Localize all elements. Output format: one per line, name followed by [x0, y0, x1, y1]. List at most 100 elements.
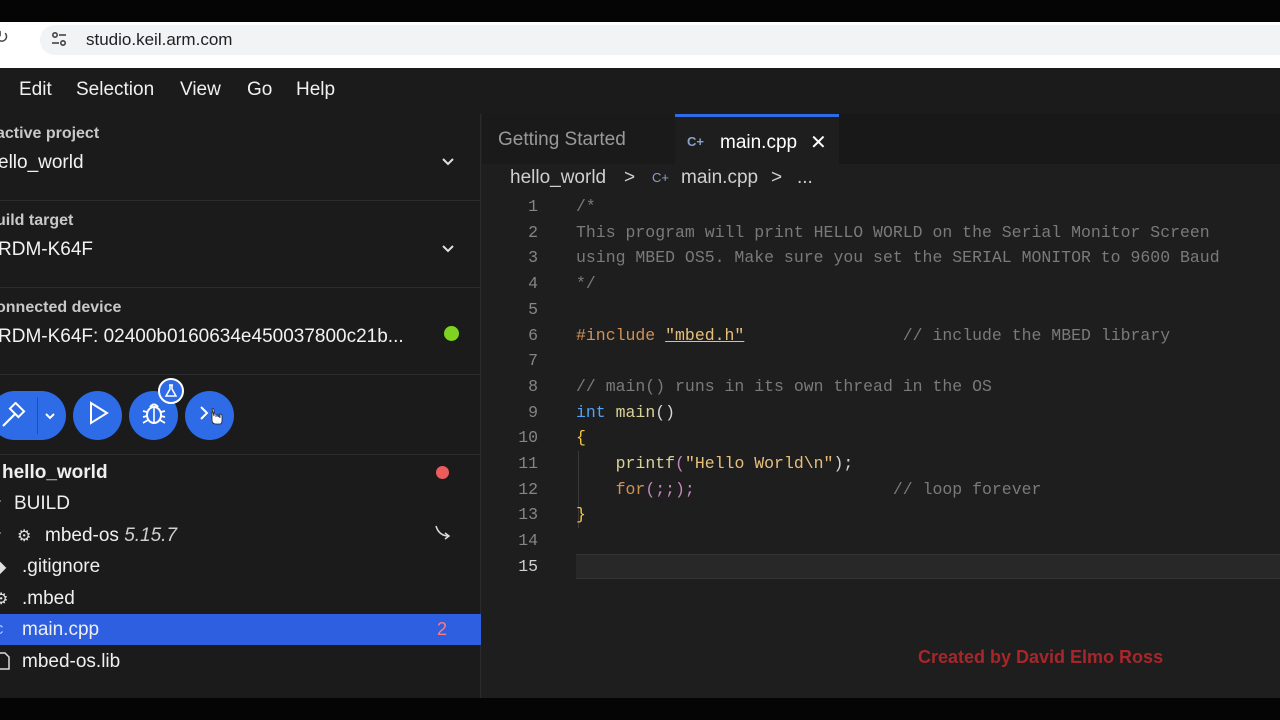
close-icon[interactable]: ✕ — [810, 130, 827, 155]
code-text: This program will print HELLO WORLD on t… — [576, 222, 1210, 242]
tree-item-label: main.cpp — [22, 619, 100, 640]
code-line: 8 // main() runs in its own thread in th… — [482, 374, 1280, 400]
line-number: 4 — [528, 274, 538, 294]
gear-icon: ⚙ — [17, 528, 32, 545]
line-number: 13 — [518, 505, 538, 525]
active-project-section[interactable]: active project ello_world — [0, 114, 481, 201]
cpp-icon: C — [0, 622, 3, 637]
code-text: } — [576, 505, 586, 525]
tab-label: Getting Started — [498, 129, 626, 150]
build-target-label: uild target — [0, 212, 74, 229]
chevron-down-icon[interactable] — [44, 409, 56, 427]
mbed-os-version: 5.15.7 — [124, 525, 178, 546]
tree-item-label: mbed-os.lib — [22, 651, 121, 672]
tree-item-label: .mbed — [22, 588, 75, 609]
code-line: 10 { — [482, 425, 1280, 451]
line-number: 1 — [528, 197, 538, 216]
menu-go[interactable]: Go — [247, 79, 272, 101]
line-number: 5 — [528, 299, 538, 319]
site-settings-icon[interactable] — [50, 30, 68, 52]
tree-item-label: hello_world — [2, 462, 108, 483]
build-target-section[interactable]: uild target RDM-K64F — [0, 201, 481, 288]
tree-folder-mbed-os[interactable]: › ⚙ mbed-os 5.15.7 — [0, 520, 481, 551]
url-text: studio.keil.arm.com — [86, 30, 233, 49]
tree-project-root[interactable]: hello_world — [0, 457, 481, 488]
browser-gap — [0, 58, 1280, 68]
breadcrumb-symbol[interactable]: ... — [797, 167, 813, 189]
line-number: 2 — [528, 222, 538, 242]
active-project-value: ello_world — [0, 152, 84, 173]
bottom-letterbox — [0, 698, 1280, 720]
chevron-right-icon: > — [771, 167, 783, 188]
menu-view[interactable]: View — [180, 79, 221, 101]
watermark: Created by David Elmo Ross — [918, 647, 1164, 667]
tab-main-cpp[interactable]: C+ main.cpp ✕ — [675, 114, 839, 164]
menu-help[interactable]: Help — [296, 79, 335, 101]
active-project-label: active project — [0, 125, 100, 142]
tab-getting-started[interactable]: Getting Started — [482, 114, 675, 164]
sidebar: active project ello_world uild target RD… — [0, 114, 481, 698]
build-split-divider — [37, 397, 38, 434]
problem-count-badge: 2 — [437, 619, 448, 639]
tree-file-mbed-os-lib[interactable]: mbed-os.lib — [0, 646, 481, 677]
serial-monitor-button[interactable] — [185, 391, 234, 440]
code-line: 12 for(;;); // loop forever — [482, 477, 1280, 503]
line-number: 15 — [518, 556, 538, 576]
code-text: { — [576, 428, 586, 448]
menu-bar: Edit Selection View Go Help — [0, 68, 1280, 114]
top-letterbox — [0, 0, 1280, 22]
chevron-right-icon: › — [0, 524, 1, 542]
line-number: 14 — [518, 531, 538, 551]
code-line: 1 /* — [482, 194, 1280, 220]
code-text: */ — [576, 274, 596, 294]
connected-device-label: onnected device — [0, 299, 122, 316]
breadcrumb-file[interactable]: main.cpp — [681, 167, 758, 189]
tree-file-mbed[interactable]: ⚙ .mbed — [0, 583, 481, 614]
reload-icon[interactable]: ↻ — [0, 27, 9, 48]
code-text: #include "mbed.h" // include the MBED li… — [576, 325, 1171, 345]
tree-file-gitignore[interactable]: ◆ .gitignore — [0, 551, 481, 582]
code-line: 14 — [482, 528, 1280, 554]
code-text: printf("Hello World\n"); — [615, 454, 854, 473]
line-number: 3 — [528, 248, 538, 268]
connected-device-section[interactable]: onnected device RDM-K64F: 02400b0160634e… — [0, 288, 481, 375]
chevron-right-icon: > — [624, 167, 636, 188]
line-number: 10 — [518, 428, 538, 448]
code-line: 3 using MBED OS5. Make sure you set the … — [482, 245, 1280, 271]
keil-studio-app: Edit Selection View Go Help active proje… — [0, 68, 1280, 698]
code-line: 4 */ — [482, 271, 1280, 297]
code-text: // main() runs in its own thread in the … — [576, 376, 992, 396]
code-text: for(;;); // loop forever — [615, 479, 1042, 499]
editor-tab-bar: Getting Started C+ main.cpp ✕ — [482, 114, 1280, 164]
build-button[interactable] — [0, 391, 66, 440]
chevron-right-icon: › — [0, 492, 1, 510]
menu-selection[interactable]: Selection — [76, 79, 154, 101]
url-field[interactable]: studio.keil.arm.com — [40, 25, 1280, 55]
code-line: 2 This program will print HELLO WORLD on… — [482, 220, 1280, 246]
breadcrumb-project[interactable]: hello_world — [510, 167, 606, 189]
device-connected-status-icon — [444, 326, 459, 341]
code-line: 9 int main() — [482, 400, 1280, 426]
tree-folder-build[interactable]: › BUILD — [0, 488, 481, 519]
chevron-down-icon[interactable] — [441, 241, 455, 257]
tree-file-main-cpp[interactable]: C main.cpp 2 — [0, 614, 481, 645]
code-line: 15 — [482, 554, 1280, 580]
code-text: /* — [576, 197, 596, 216]
connected-device-value: RDM-K64F: 02400b0160634e450037800c21b... — [0, 326, 404, 347]
browser-address-bar: ↻ studio.keil.arm.com — [0, 22, 1280, 58]
play-icon — [86, 400, 110, 431]
cpp-icon: C+ — [652, 170, 669, 185]
bug-icon — [140, 399, 168, 432]
tree-item-label: .gitignore — [22, 556, 101, 577]
menu-edit[interactable]: Edit — [19, 79, 52, 101]
tab-label: main.cpp — [720, 132, 798, 153]
chevron-down-icon[interactable] — [441, 154, 455, 170]
error-indicator-icon — [436, 466, 449, 479]
line-number: 11 — [518, 454, 538, 473]
run-button[interactable] — [73, 391, 122, 440]
flask-icon — [158, 378, 184, 404]
tree-separator — [0, 454, 481, 455]
line-number: 8 — [528, 376, 538, 396]
line-number: 12 — [518, 479, 538, 499]
code-line: 6 #include "mbed.h" // include the MBED … — [482, 323, 1280, 349]
